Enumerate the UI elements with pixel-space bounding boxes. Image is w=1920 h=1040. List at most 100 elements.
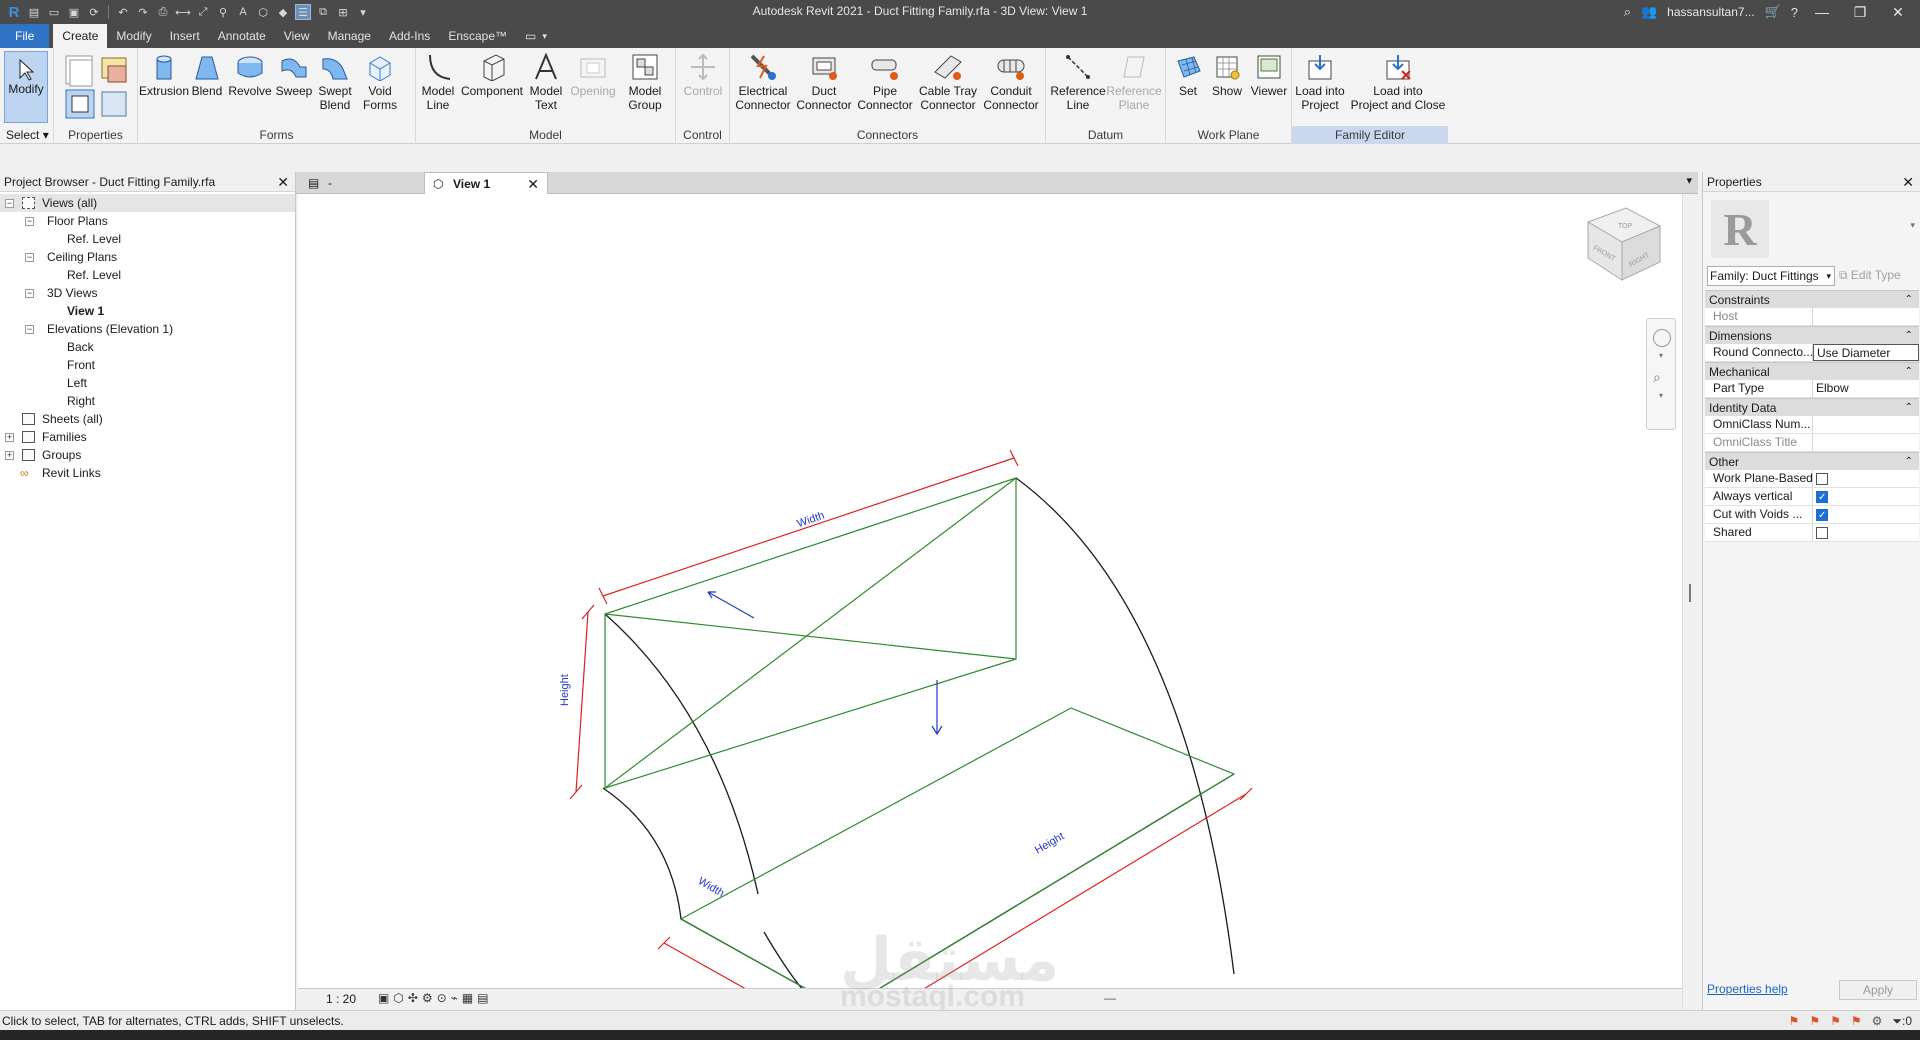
select-pinned-icon[interactable]: ⚑: [1830, 1011, 1841, 1031]
save-icon[interactable]: ▣: [66, 4, 82, 20]
minimize-button[interactable]: —: [1808, 4, 1836, 20]
tab-insert[interactable]: Insert: [161, 24, 209, 48]
tab-addins[interactable]: Add-Ins: [380, 24, 439, 48]
drag-elements-icon[interactable]: ⚙: [1872, 1011, 1883, 1031]
collapse-toggle[interactable]: −: [25, 253, 34, 262]
dim-text-width-bottom[interactable]: Width: [696, 875, 726, 899]
select-underlay-icon[interactable]: ⚑: [1809, 1011, 1820, 1031]
print-icon[interactable]: ⎙: [155, 4, 171, 20]
tab-modify[interactable]: Modify: [107, 24, 160, 48]
tag-icon[interactable]: ⚲: [215, 4, 231, 20]
prop-row-round-connector[interactable]: Round Connecto... Use Diameter: [1705, 344, 1919, 362]
prop-row-always-vertical[interactable]: Always vertical: [1705, 488, 1919, 506]
category-mechanical[interactable]: Mechanical ⌃: [1705, 362, 1919, 380]
select-links-icon[interactable]: ⚑: [1789, 1011, 1800, 1031]
redo-icon[interactable]: ↷: [135, 4, 151, 20]
swept-blend-button[interactable]: Swept Blend: [316, 52, 354, 112]
scale-label[interactable]: 1 : 20: [326, 992, 356, 1006]
blend-button[interactable]: Blend: [190, 52, 224, 98]
view-control-icons[interactable]: ▣⬡✣⚙⊙⌁▦▤: [378, 991, 493, 1005]
expand-toggle[interactable]: +: [5, 451, 14, 460]
measure-icon[interactable]: ⟷: [175, 4, 191, 20]
void-forms-button[interactable]: Void Forms: [360, 52, 400, 112]
family-dropdown[interactable]: Family: Duct Fittings ▾: [1707, 266, 1835, 286]
tree-node-sheets[interactable]: Sheets (all): [0, 410, 295, 428]
tree-node-left[interactable]: Left: [0, 374, 295, 392]
tree-node-view1[interactable]: View 1: [0, 302, 295, 320]
3d-view-icon[interactable]: ⬡: [255, 4, 271, 20]
undo-icon[interactable]: ↶: [115, 4, 131, 20]
shared-checkbox[interactable]: [1816, 527, 1828, 539]
category-other[interactable]: Other ⌃: [1705, 452, 1919, 470]
close-icon[interactable]: ✕: [277, 172, 289, 192]
prop-value[interactable]: [1813, 416, 1919, 433]
prop-row-host[interactable]: Host: [1705, 308, 1919, 326]
customize-qat-icon[interactable]: ▾: [355, 4, 371, 20]
tab-view[interactable]: View: [275, 24, 319, 48]
user-name[interactable]: hassansultan7...: [1667, 5, 1754, 19]
prop-row-shared[interactable]: Shared: [1705, 524, 1919, 542]
steering-wheel-icon[interactable]: [1653, 329, 1671, 347]
load-into-project-and-close-button[interactable]: Load into Project and Close: [1350, 52, 1446, 112]
chevron-down-icon[interactable]: ▾: [1659, 351, 1663, 360]
close-hidden-icon[interactable]: ⧉: [315, 4, 331, 20]
model-text-button[interactable]: Model Text: [528, 52, 564, 112]
chevron-down-icon[interactable]: ▾: [1910, 220, 1915, 231]
always-vertical-checkbox[interactable]: [1816, 489, 1828, 505]
select-dropdown[interactable]: Select ▾: [6, 126, 49, 144]
drawing-canvas[interactable]: Width Height Width Height TOP FRONT RIGH…: [298, 194, 1682, 1040]
revolve-button[interactable]: Revolve: [228, 52, 272, 98]
tree-node-back[interactable]: Back: [0, 338, 295, 356]
tree-node-front[interactable]: Front: [0, 356, 295, 374]
duct-connector-button[interactable]: Duct Connector: [794, 52, 854, 112]
tree-node-3d-views[interactable]: − 3D Views: [0, 284, 295, 302]
sweep-button[interactable]: Sweep: [276, 52, 312, 98]
cut-with-voids-checkbox[interactable]: [1816, 507, 1828, 523]
viewer-button[interactable]: Viewer: [1248, 52, 1290, 98]
tree-node-ceiling-plans[interactable]: − Ceiling Plans: [0, 248, 295, 266]
text-icon[interactable]: A: [235, 4, 251, 20]
cable-tray-connector-button[interactable]: Cable Tray Connector: [916, 52, 980, 112]
dim-text-height-bottom[interactable]: Height: [1033, 830, 1067, 856]
tabs-menu-icon[interactable]: ▾: [1686, 174, 1692, 187]
sync-icon[interactable]: ⟳: [86, 4, 102, 20]
users-icon[interactable]: 👥: [1641, 4, 1657, 20]
apply-button[interactable]: Apply: [1839, 980, 1917, 1000]
properties-help-link[interactable]: Properties help: [1707, 982, 1788, 996]
filter-icon[interactable]: ⏷:0: [1892, 1011, 1912, 1031]
reference-line-button[interactable]: Reference Line: [1050, 52, 1106, 112]
prop-row-work-plane-based[interactable]: Work Plane-Based: [1705, 470, 1919, 488]
extrusion-button[interactable]: Extrusion: [139, 52, 189, 98]
section-icon[interactable]: ◆: [275, 4, 291, 20]
scroll-handle[interactable]: —: [1104, 991, 1116, 1005]
category-identity-data[interactable]: Identity Data ⌃: [1705, 398, 1919, 416]
switch-windows-icon[interactable]: ⊞: [335, 4, 351, 20]
vertical-scrollbar[interactable]: [1682, 194, 1696, 1010]
cart-icon[interactable]: 🛒: [1765, 4, 1781, 20]
collapse-toggle[interactable]: −: [25, 217, 34, 226]
edit-type-button[interactable]: ⧉ Edit Type: [1839, 268, 1901, 283]
thin-lines-icon[interactable]: ☰: [295, 4, 311, 20]
close-icon[interactable]: ✕: [527, 173, 539, 195]
restore-button[interactable]: ❐: [1846, 4, 1874, 21]
prop-row-cut-with-voids[interactable]: Cut with Voids ...: [1705, 506, 1919, 524]
tree-node-floor-ref-level[interactable]: Ref. Level: [0, 230, 295, 248]
tree-node-floor-plans[interactable]: − Floor Plans: [0, 212, 295, 230]
properties-icons[interactable]: [62, 52, 132, 122]
folder-icon[interactable]: ▭: [46, 4, 62, 20]
conduit-connector-button[interactable]: Conduit Connector: [980, 52, 1042, 112]
model-group-button[interactable]: Model Group: [622, 52, 668, 112]
expand-toggle[interactable]: +: [5, 433, 14, 442]
load-into-project-button[interactable]: Load into Project: [1292, 52, 1348, 112]
open-icon[interactable]: ▤: [26, 4, 42, 20]
tree-node-groups[interactable]: + Groups: [0, 446, 295, 464]
close-button[interactable]: ✕: [1884, 4, 1912, 21]
modify-button[interactable]: Modify: [4, 51, 48, 123]
dim-text-height-left[interactable]: Height: [559, 674, 571, 706]
close-icon[interactable]: ✕: [1902, 172, 1914, 192]
ribbon-options-toggle[interactable]: ▭ ▾: [516, 24, 556, 48]
dimension-icon[interactable]: ⤢: [195, 4, 211, 20]
prop-value[interactable]: [1813, 434, 1919, 451]
category-constraints[interactable]: Constraints ⌃: [1705, 290, 1919, 308]
tab-manage[interactable]: Manage: [319, 24, 380, 48]
